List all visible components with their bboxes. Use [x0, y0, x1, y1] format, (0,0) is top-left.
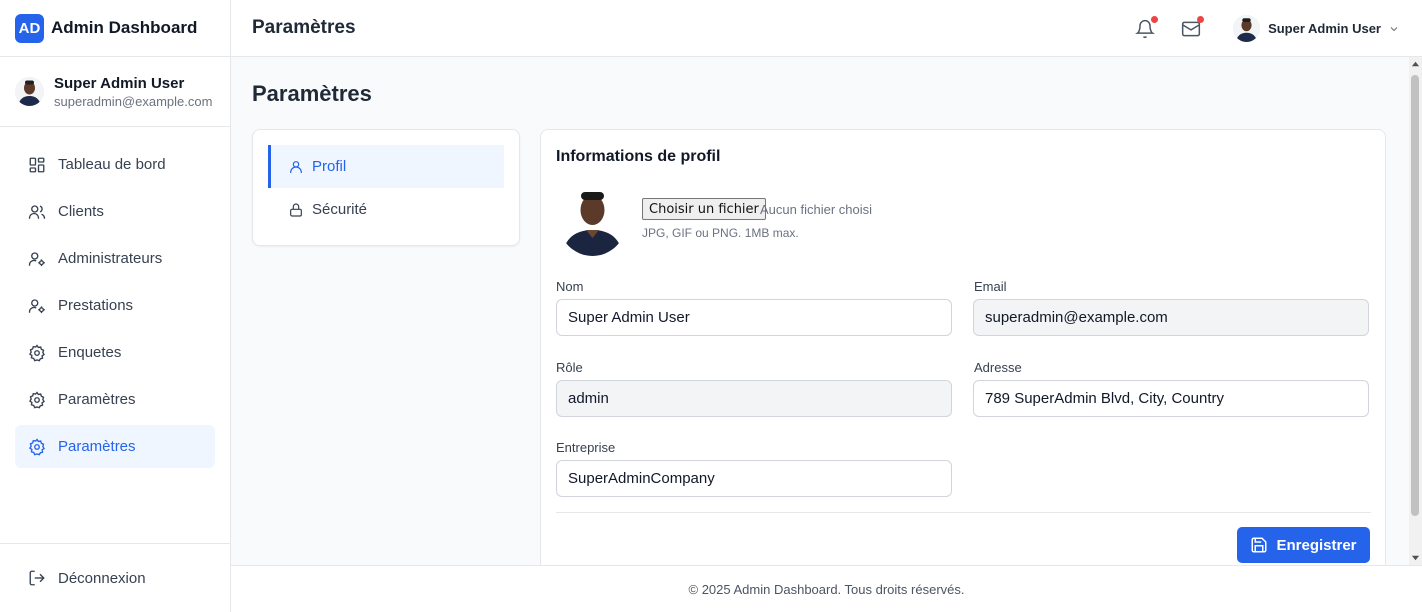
profile-card: Informations de profil Choisir un fichie…	[540, 129, 1386, 565]
brand-logo: AD	[15, 13, 44, 43]
settings-tab-label: Sécurité	[312, 201, 368, 218]
email-field[interactable]	[973, 299, 1369, 336]
messages-button[interactable]	[1181, 15, 1205, 39]
sidebar: AD Admin Dashboard Super Admin User supe…	[0, 0, 231, 612]
adresse-label: Adresse	[974, 360, 1022, 375]
sidebar-item-label: Paramètres	[58, 438, 136, 455]
sidebar-item-parametres[interactable]: Paramètres	[15, 378, 215, 421]
footer-text: © 2025 Admin Dashboard. Tous droits rése…	[688, 581, 965, 597]
avatar	[1233, 15, 1261, 42]
divider	[556, 512, 1371, 513]
header-title: Paramètres	[252, 17, 356, 38]
sidebar-item-clients[interactable]: Clients	[15, 190, 215, 233]
notifications-button[interactable]	[1135, 15, 1159, 39]
sidebar-user-email: superadmin@example.com	[54, 93, 213, 109]
user-cog-icon	[28, 251, 45, 266]
settings-nav: Profil Sécurité	[252, 129, 520, 246]
users-icon	[28, 204, 46, 219]
role-field[interactable]	[556, 380, 952, 417]
sidebar-item-enquetes[interactable]: Enquetes	[15, 331, 215, 374]
page-footer: © 2025 Admin Dashboard. Tous droits rése…	[231, 565, 1422, 612]
profile-photo	[558, 184, 627, 256]
role-label: Rôle	[556, 360, 583, 375]
entreprise-input[interactable]	[556, 460, 952, 497]
user-icon	[290, 160, 302, 173]
sidebar-item-tableau-de-bord[interactable]: Tableau de bord	[15, 143, 215, 186]
sidebar-nav: Tableau de bord Clients Administrateurs …	[0, 127, 230, 468]
scroll-thumb[interactable]	[1411, 75, 1419, 516]
user-menu[interactable]: Super Admin User	[1233, 15, 1400, 42]
gear-icon	[29, 437, 45, 455]
top-header: Paramètres Super Admin User	[231, 0, 1422, 57]
gear-icon	[29, 343, 45, 361]
sidebar-footer: Déconnexion	[0, 543, 230, 612]
main-scrollbar[interactable]	[1409, 57, 1422, 565]
sidebar-item-label: Tableau de bord	[58, 156, 166, 173]
scroll-down-arrow-icon[interactable]	[1411, 553, 1420, 562]
gear-icon	[29, 390, 45, 408]
nom-input[interactable]	[556, 299, 952, 336]
settings-tab-label: Profil	[312, 158, 347, 175]
settings-tab-profil[interactable]: Profil	[268, 145, 504, 188]
sidebar-item-administrateurs[interactable]: Administrateurs	[15, 237, 215, 280]
sidebar-item-label: Paramètres	[58, 391, 136, 408]
main-content: Paramètres Profil Sécurité Informations …	[231, 57, 1409, 565]
sidebar-item-parametres-active[interactable]: Paramètres	[15, 425, 215, 468]
file-status: Aucun fichier choisi	[760, 202, 872, 217]
sidebar-user-name: Super Admin User	[54, 74, 185, 92]
sidebar-user: Super Admin User superadmin@example.com	[0, 57, 230, 127]
sidebar-item-prestations[interactable]: Prestations	[15, 284, 215, 327]
adresse-input[interactable]	[973, 380, 1369, 417]
page-title: Paramètres	[252, 81, 372, 106]
avatar	[15, 77, 44, 106]
logout-icon	[29, 570, 45, 586]
scroll-up-arrow-icon[interactable]	[1411, 60, 1420, 69]
choose-file-button[interactable]: Choisir un fichier	[642, 198, 766, 220]
save-label: Enregistrer	[1276, 536, 1357, 554]
chevron-down-icon	[1390, 26, 1398, 31]
lock-icon	[290, 202, 302, 217]
sidebar-item-label: Enquetes	[58, 344, 122, 361]
sidebar-item-label: Administrateurs	[58, 250, 163, 267]
entreprise-label: Entreprise	[556, 440, 616, 455]
settings-tab-securite[interactable]: Sécurité	[268, 188, 504, 231]
logout-label: Déconnexion	[58, 569, 146, 587]
brand[interactable]: AD Admin Dashboard	[0, 0, 230, 57]
file-hint: JPG, GIF ou PNG. 1MB max.	[642, 226, 799, 240]
user-cog-icon	[28, 298, 45, 313]
dashboard-icon	[29, 157, 45, 172]
notification-dot	[1151, 15, 1159, 23]
profile-card-title: Informations de profil	[556, 148, 721, 165]
sidebar-item-label: Prestations	[58, 297, 134, 314]
logout-button[interactable]: Déconnexion	[15, 557, 215, 600]
brand-title: Admin Dashboard	[51, 18, 198, 37]
save-icon	[1251, 537, 1267, 553]
message-dot	[1197, 15, 1205, 23]
email-label: Email	[974, 279, 1007, 294]
nom-label: Nom	[556, 279, 584, 294]
header-user-name: Super Admin User	[1268, 21, 1381, 36]
save-button[interactable]: Enregistrer	[1237, 527, 1370, 563]
sidebar-item-label: Clients	[58, 203, 104, 220]
